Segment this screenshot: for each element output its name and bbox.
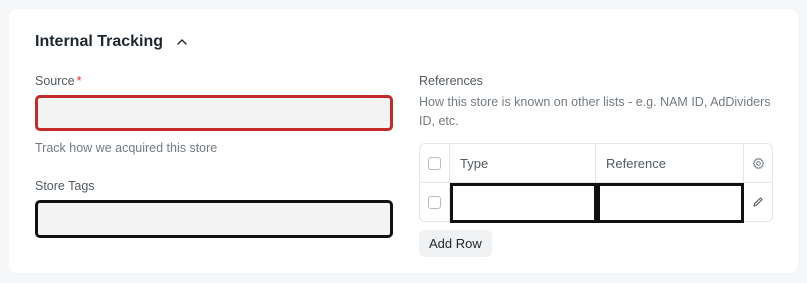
left-column: Source * Track how we acquired this store…	[35, 73, 393, 238]
right-column: References How this store is known on ot…	[419, 73, 773, 257]
column-header-type: Type	[450, 144, 596, 182]
source-label: Source *	[35, 73, 393, 89]
reference-field[interactable]	[597, 182, 744, 223]
row-type-cell[interactable]	[450, 182, 597, 223]
row-reference-cell[interactable]	[597, 182, 744, 223]
source-label-text: Source	[35, 74, 75, 88]
select-all-checkbox[interactable]	[428, 156, 441, 170]
section-title: Internal Tracking	[35, 33, 164, 50]
header-checkbox-cell	[420, 144, 450, 182]
store-tags-input[interactable]	[35, 200, 393, 238]
store-tags-label: Store Tags	[35, 179, 95, 193]
table-row	[420, 182, 772, 223]
row-checkbox-cell	[420, 183, 450, 221]
add-row-button[interactable]: Add Row	[419, 230, 492, 257]
internal-tracking-card: Internal Tracking Source * Track how we a…	[9, 9, 798, 273]
references-help-text: How this store is known on other lists -…	[419, 95, 771, 128]
gear-icon[interactable]	[744, 144, 772, 182]
pencil-icon[interactable]	[744, 183, 772, 221]
source-help-text: Track how we acquired this store	[35, 141, 218, 155]
chevron-up-icon[interactable]	[175, 35, 189, 49]
type-field[interactable]	[450, 182, 597, 223]
source-input[interactable]	[35, 95, 393, 131]
required-mark: *	[76, 74, 82, 88]
references-table: Type Reference	[419, 143, 773, 223]
column-header-reference: Reference	[596, 144, 744, 182]
row-checkbox[interactable]	[428, 195, 441, 209]
table-header-row: Type Reference	[420, 144, 772, 183]
section-header[interactable]: Internal Tracking	[35, 33, 189, 51]
references-label: References	[419, 74, 483, 88]
